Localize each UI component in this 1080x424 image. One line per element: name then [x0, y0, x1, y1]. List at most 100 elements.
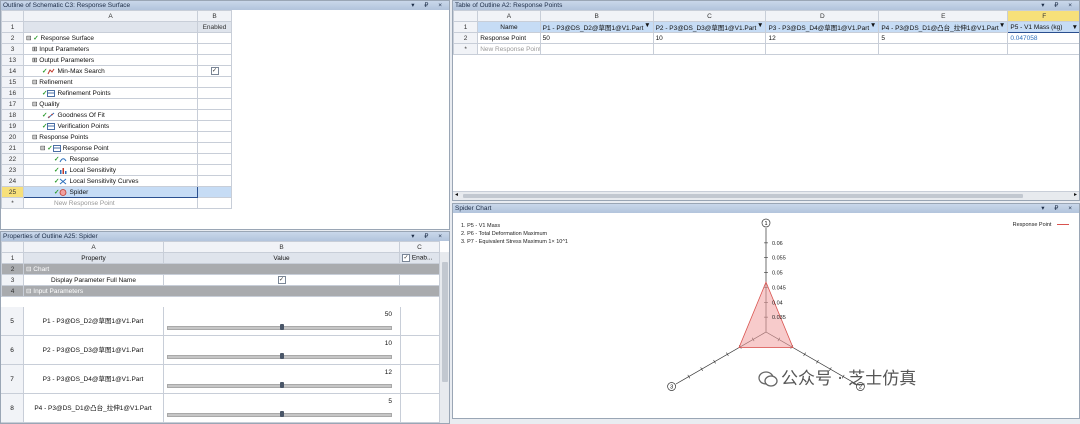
enabled-checkbox[interactable]: ✓ [210, 67, 219, 75]
collapse-icon[interactable]: ⊟ [32, 101, 37, 108]
tree-item-response-points[interactable]: ⊟ Response Points [23, 131, 198, 143]
tree-item-refinement-points[interactable]: ✓ Refinement Points [23, 87, 198, 99]
tree-item-min-max-search[interactable]: ✓ Min-Max Search [23, 65, 198, 77]
schematic-outline-title: Outline of Schematic C3: Response Surfac… [3, 2, 131, 9]
expand-icon[interactable]: ⊞ [32, 46, 37, 53]
properties-scrollbar[interactable] [439, 252, 449, 423]
p4-value[interactable]: 5 [878, 32, 1009, 44]
dropdown-arrow-icon[interactable]: ▼ [999, 23, 1005, 30]
collapse-icon[interactable]: ⊟ [32, 79, 37, 86]
curves-icon [59, 178, 67, 185]
tree-item-label: Refinement Points [57, 90, 111, 97]
scrollbar-thumb[interactable] [463, 194, 1023, 198]
tree-item-local-sensitivity[interactable]: ✓ Local Sensitivity [23, 164, 198, 176]
slider-knob[interactable] [279, 411, 284, 417]
parameter-slider[interactable] [167, 411, 392, 417]
tree-item-quality[interactable]: ⊟ Quality [23, 98, 198, 110]
parameter-value[interactable]: 5 [388, 398, 392, 405]
row-number: 7 [1, 365, 24, 393]
response-points-table: A B C D E F 1 Name P1 - P3@DS_D2@草图1@V1.… [453, 10, 1079, 55]
tree-item-response-surface[interactable]: ⊟ ✓ Response Surface [23, 32, 198, 44]
display-full-name-label: Display Parameter Full Name [23, 274, 164, 286]
dropdown-arrow-icon[interactable]: ▼ [1072, 24, 1078, 31]
parameter-slider[interactable] [167, 353, 392, 359]
display-full-name-checkbox[interactable]: ✓ [277, 276, 286, 284]
parameter-slider[interactable] [167, 382, 392, 388]
tree-item-local-sensitivity-curves[interactable]: ✓ Local Sensitivity Curves [23, 175, 198, 187]
collapse-icon[interactable]: ⊟ [26, 288, 31, 295]
panel-buttons[interactable]: ▾ ₽ × [1041, 204, 1076, 213]
enabled-cell [197, 142, 232, 154]
tree-item-verification-points[interactable]: ✓ Verification Points [23, 120, 198, 132]
p2-value[interactable]: 10 [652, 32, 767, 44]
tree-item-response-point[interactable]: ⊟ ✓ Response Point [23, 142, 198, 154]
new-response-point[interactable]: New Response Point [23, 197, 198, 209]
spider-chart-title: Spider Chart [455, 205, 492, 212]
section-label: Input Parameters [33, 288, 84, 295]
parameter-slider[interactable] [167, 324, 392, 330]
parameter-row: 8 P4 - P3@DS_D1@凸台_拉伸1@V1.Part 5 [1, 394, 439, 423]
parameter-value[interactable]: 10 [385, 340, 392, 347]
section-input-parameters[interactable]: ⊟ Input Parameters [23, 285, 440, 297]
expand-icon[interactable]: ⊞ [32, 57, 37, 64]
collapse-icon[interactable]: ⊟ [26, 35, 31, 42]
spider-tick-label: 0.06 [772, 241, 783, 247]
selected-row[interactable]: 25 ✓ Spider [1, 186, 232, 198]
tree-item-input-parameters[interactable]: ⊞ Input Parameters [23, 43, 198, 55]
display-full-name-cell: ✓ [163, 274, 400, 286]
tree-item-output-parameters[interactable]: ⊞ Output Parameters [23, 54, 198, 66]
empty-cell[interactable] [765, 43, 880, 55]
slider-knob[interactable] [279, 324, 284, 330]
p1-value[interactable]: 50 [539, 32, 654, 44]
row-number: 4 [1, 285, 24, 297]
dropdown-arrow-icon[interactable]: ▼ [870, 23, 876, 30]
tree-item-label: Input Parameters [39, 46, 90, 53]
tree-item-label: Local Sensitivity Curves [69, 178, 139, 185]
slider-knob[interactable] [279, 353, 284, 359]
empty-cell[interactable] [878, 43, 1009, 55]
tree-item-spider[interactable]: ✓ Spider [23, 186, 198, 198]
column-header-c: C [652, 10, 767, 22]
empty-cell[interactable] [539, 43, 654, 55]
enabled-cell [197, 43, 232, 55]
response-point-name[interactable]: Response Point [477, 32, 541, 44]
enabled-header-checkbox[interactable]: ✓ [402, 254, 410, 262]
dropdown-arrow-icon[interactable]: ▼ [757, 23, 763, 30]
outline-header-cell [23, 21, 198, 33]
spider-tick-label: 0.045 [772, 285, 786, 291]
panel-buttons[interactable]: ▾ ₽ × [1041, 1, 1076, 10]
tree-item-response[interactable]: ✓ Response [23, 153, 198, 165]
tree-item-refinement[interactable]: ⊟ Refinement [23, 76, 198, 88]
collapse-icon[interactable]: ⊟ [32, 134, 37, 141]
tree-item-label: Response [69, 156, 99, 163]
row-number: 1 [453, 21, 479, 33]
row-number: 24 [1, 175, 24, 187]
spider-chart-title-bar: Spider Chart ▾ ₽ × [453, 204, 1079, 213]
collapse-icon[interactable]: ⊟ [40, 145, 45, 152]
param-header-p3: P3 - P3@DS_D4@草图1@V1.Part ▼ [765, 21, 880, 33]
dropdown-arrow-icon[interactable]: ▼ [644, 23, 650, 30]
p3-value[interactable]: 12 [765, 32, 880, 44]
parameter-value[interactable]: 50 [385, 311, 392, 318]
row-number: 1 [1, 252, 24, 264]
horizontal-scrollbar[interactable]: ◂ ▸ [453, 191, 1079, 200]
tree-item-goodness-of-fit[interactable]: ✓ Goodness Of Fit [23, 109, 198, 121]
scroll-left-icon[interactable]: ◂ [455, 191, 458, 198]
panel-buttons[interactable]: ▾ ₽ × [411, 232, 446, 241]
parameter-value[interactable]: 12 [385, 369, 392, 376]
column-header-d: D [765, 10, 880, 22]
panel-buttons[interactable]: ▾ ₽ × [411, 1, 446, 10]
enabled-header: Enabled [197, 21, 232, 33]
section-chart[interactable]: ⊟ Chart [23, 263, 440, 275]
spider-chart-panel: Spider Chart ▾ ₽ × 1. P5 - V1 Mass 2. P6… [452, 203, 1080, 419]
collapse-icon[interactable]: ⊟ [26, 266, 31, 273]
empty-cell[interactable] [652, 43, 767, 55]
enabled-cell [197, 131, 232, 143]
slider-knob[interactable] [279, 382, 284, 388]
tree-item-label: Response Points [39, 134, 89, 141]
scrollbar-thumb[interactable] [442, 262, 448, 382]
parameter-value-cell: 10 [164, 336, 401, 364]
properties-table: A B C 1 Property Value ✓ Enab... 2 ⊟ Cha… [1, 241, 440, 297]
scroll-right-icon[interactable]: ▸ [1074, 191, 1077, 198]
new-response-point[interactable]: New Response Point [477, 43, 541, 55]
